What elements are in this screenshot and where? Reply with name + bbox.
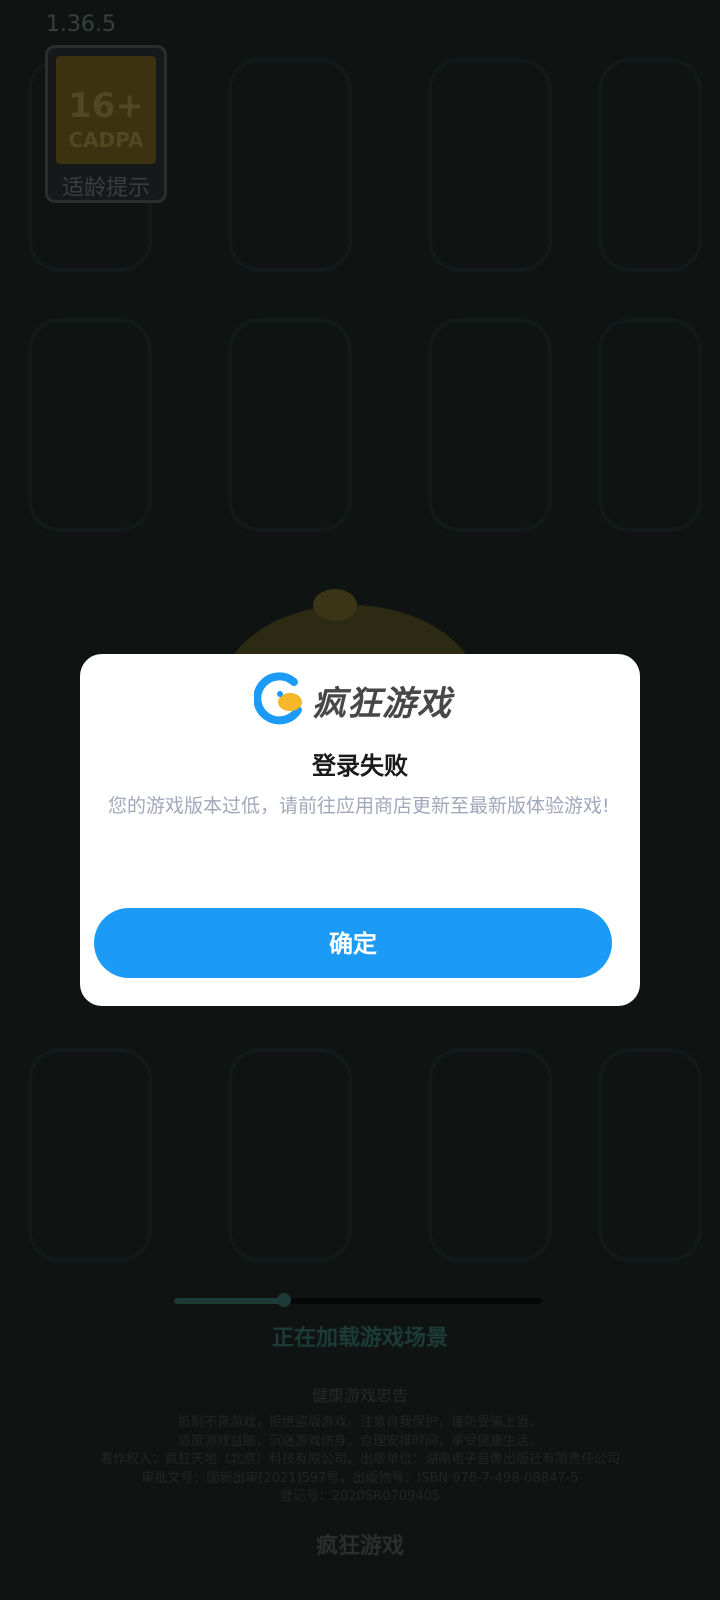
health-notice-line: 抵制不良游戏，拒绝盗版游戏。注意自我保护，谨防受骗上当。 (177, 1415, 542, 1430)
loading-progress-bar (174, 1293, 542, 1307)
age-rating-number: 16+ (68, 86, 144, 126)
confirm-button[interactable]: 确定 (94, 908, 612, 978)
login-failed-dialog: 疯狂游戏 登录失败 您的游戏版本过低，请前往应用商店更新至最新版体验游戏! 确定 (80, 654, 640, 1006)
brand-logo-icon (254, 672, 302, 725)
age-rating-label: 适龄提示 (61, 176, 150, 201)
health-notice-title: 健康游戏忠告 (311, 1386, 408, 1405)
version-label: 1.36.5 (46, 12, 116, 37)
loading-status-text: 正在加载游戏场景 (271, 1326, 448, 1351)
footer-brand-logo: 疯狂游戏 (315, 1534, 404, 1559)
age-rating-badge[interactable]: 16+ CADPA 适龄提示 (45, 45, 167, 203)
health-notice-line: 登记号：2020SR0709405 (279, 1489, 441, 1504)
age-rating-icon: 16+ CADPA (56, 56, 156, 164)
brand-logo-text: 疯狂游戏 (312, 684, 452, 724)
age-rating-org: CADPA (68, 128, 144, 152)
health-notice-text: 抵制不良游戏，拒绝盗版游戏。注意自我保护，谨防受骗上当。 适度游戏益脑，沉迷游戏… (0, 1414, 720, 1507)
brand-logo: 疯狂游戏 (254, 672, 466, 728)
dialog-title: 登录失败 (312, 752, 408, 780)
health-notice-line: 适度游戏益脑，沉迷游戏伤身。合理安排时间，享受健康生活。 (177, 1433, 542, 1449)
loading-progress-fill (174, 1298, 285, 1304)
health-notice-line: 著作权人：疯狂天地（北京）科技有限公司。出版单位：湖南电子音像出版社有限责任公司 (99, 1452, 620, 1467)
health-notice-line: 审批文号：国新出审[2021]597号，出版物号：ISBN 978-7-498-… (141, 1470, 579, 1486)
dialog-message: 您的游戏版本过低，请前往应用商店更新至最新版体验游戏! (108, 795, 610, 817)
